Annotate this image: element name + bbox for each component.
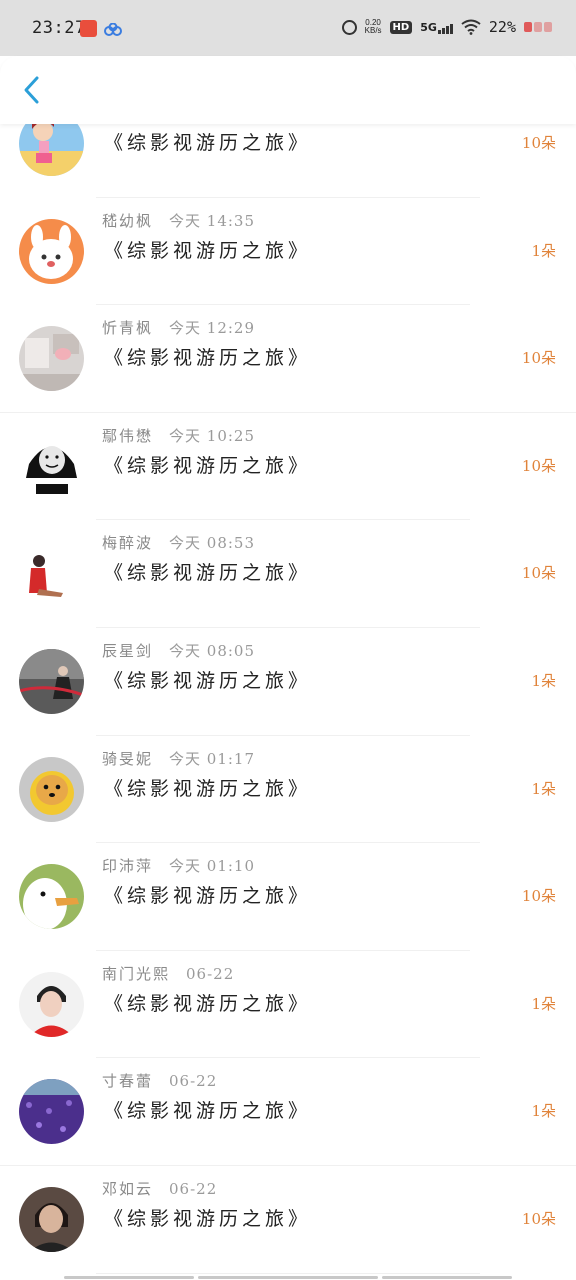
flower-count: 10朵 — [521, 1210, 556, 1228]
room-photo-avatar[interactable] — [19, 326, 84, 392]
flower-count: 1朵 — [531, 994, 556, 1013]
user-name: 辰星剑 — [102, 642, 154, 660]
status-time: 23:27 — [32, 18, 86, 38]
item-meta: 邓如云 06-22 — [102, 1178, 217, 1199]
cellular-signal-icon: 5G — [420, 21, 453, 34]
timestamp: 今天 01:17 — [169, 749, 256, 768]
list-item[interactable]: 寸春蕾 06-22 《综影视游历之旅》 1朵 — [0, 1058, 576, 1166]
sitting-figure-avatar[interactable] — [19, 541, 84, 607]
book-title[interactable]: 《综影视游历之旅》 — [104, 1096, 311, 1123]
book-title[interactable]: 《综影视游历之旅》 — [104, 558, 311, 585]
book-title[interactable]: 《综影视游历之旅》 — [104, 236, 311, 263]
timestamp: 今天 14:35 — [169, 211, 256, 230]
timestamp: 今天 10:25 — [169, 426, 256, 445]
book-title[interactable]: 《综影视游历之旅》 — [104, 451, 311, 478]
timestamp: 06-22 — [186, 964, 235, 983]
book-title[interactable]: 《综影视游历之旅》 — [104, 343, 311, 370]
cloud-app-icon — [104, 23, 122, 36]
list-item[interactable]: 骑旻妮 今天 01:17 《综影视游历之旅》 1朵 — [0, 736, 576, 844]
list-item[interactable]: 印沛萍 今天 01:10 《综影视游历之旅》 10朵 — [0, 843, 576, 951]
user-name: 邓如云 — [102, 1180, 154, 1198]
list-item[interactable]: 鄢伟懋 今天 10:25 《综影视游历之旅》 10朵 — [0, 413, 576, 521]
chevron-left-icon — [24, 76, 39, 104]
item-meta: 忻青枫 今天 12:29 — [102, 317, 255, 338]
timestamp: 今天 12:29 — [169, 319, 256, 338]
item-meta: 南门光熙 06-22 — [102, 963, 234, 984]
bottom-scroll-indicator — [0, 1274, 576, 1280]
book-title[interactable]: 《综影视游历之旅》 — [104, 774, 311, 801]
flower-field-avatar[interactable] — [19, 1079, 84, 1145]
list-item[interactable]: 南门光熙 06-22 《综影视游历之旅》 1朵 — [0, 951, 576, 1059]
meme-face-avatar[interactable] — [19, 433, 84, 499]
book-title[interactable]: 《综影视游历之旅》 — [104, 666, 311, 693]
timestamp: 今天 08:53 — [169, 534, 256, 553]
user-name: 骑旻妮 — [102, 749, 154, 768]
user-name: 嵇幼枫 — [102, 211, 154, 230]
alarm-icon — [341, 19, 357, 35]
flower-count: 10朵 — [521, 456, 556, 475]
gift-record-list: 圣雅丽今天 20:59《综影视游历之旅》10朵嵇幼枫今天 14:35《综影视游历… — [0, 124, 576, 1280]
flower-count: 1朵 — [531, 779, 556, 798]
taobao-app-icon — [80, 20, 97, 37]
list-item[interactable]: 圣雅丽今天 20:59《综影视游历之旅》10朵 — [0, 124, 576, 198]
woman-photo-avatar[interactable] — [19, 1187, 84, 1252]
user-name: 寸春蕾 — [102, 1072, 154, 1091]
list-item[interactable]: 梅醉波 今天 08:53 《综影视游历之旅》 10朵 — [0, 520, 576, 628]
timestamp: 今天 01:10 — [169, 857, 256, 876]
battery-icon — [524, 21, 554, 33]
book-title[interactable]: 《综影视游历之旅》 — [104, 128, 311, 155]
bunny-cartoon-avatar[interactable] — [19, 218, 84, 284]
network-type-label: 5G — [420, 20, 437, 34]
item-meta: 辰星剑 今天 08:05 — [102, 640, 255, 661]
item-meta: 嵇幼枫 今天 14:35 — [102, 210, 255, 231]
timestamp: 06-22 — [169, 1180, 218, 1198]
flower-count: 1朵 — [531, 672, 556, 690]
user-name: 鄢伟懋 — [102, 426, 154, 445]
book-title[interactable]: 《综影视游历之旅》 — [104, 881, 311, 908]
flower-count: 1朵 — [531, 241, 556, 260]
list-item[interactable]: 嵇幼枫 今天 14:35 《综影视游历之旅》 1朵 — [0, 198, 576, 306]
user-name: 南门光熙 — [102, 964, 171, 983]
dancer-photo-avatar[interactable] — [19, 649, 84, 714]
item-meta: 骑旻妮 今天 01:17 — [102, 748, 255, 769]
book-title[interactable]: 《综影视游历之旅》 — [104, 1204, 311, 1231]
duck-cartoon-avatar[interactable] — [19, 864, 84, 930]
user-name: 忻青枫 — [102, 319, 154, 338]
book-title[interactable]: 《综影视游历之旅》 — [104, 989, 311, 1016]
user-name: 印沛萍 — [102, 857, 154, 876]
timestamp: 06-22 — [169, 1072, 218, 1091]
flower-count: 10朵 — [521, 887, 556, 906]
wifi-icon — [461, 19, 481, 35]
network-speed: 0.20 KB/s — [365, 19, 382, 35]
list-item[interactable]: 邓如云 06-22 《综影视游历之旅》 10朵 — [0, 1166, 576, 1274]
timestamp: 今天 08:05 — [169, 642, 256, 660]
flower-count: 1朵 — [531, 1102, 556, 1121]
user-name: 梅醉波 — [102, 534, 154, 553]
item-meta: 印沛萍 今天 01:10 — [102, 855, 255, 876]
battery-level: 22% — [488, 18, 516, 36]
back-button[interactable] — [14, 72, 50, 108]
flower-count: 10朵 — [521, 134, 556, 152]
list-item[interactable]: 辰星剑 今天 08:05 《综影视游历之旅》 1朵 — [0, 628, 576, 736]
flower-count: 10朵 — [521, 564, 556, 583]
flower-count: 10朵 — [521, 349, 556, 368]
item-meta: 梅醉波 今天 08:53 — [102, 532, 255, 553]
item-meta: 鄢伟懋 今天 10:25 — [102, 425, 255, 446]
hd-badge: HD — [389, 20, 413, 34]
app-header — [0, 56, 576, 124]
dog-photo-avatar[interactable] — [19, 756, 84, 822]
network-speed-unit: KB/s — [364, 26, 382, 35]
status-bar: 23:27 0.20 KB/s HD 5G 22% — [0, 0, 576, 56]
person-photo-avatar[interactable] — [19, 971, 84, 1037]
status-icons: 0.20 KB/s HD 5G 22% — [341, 18, 554, 36]
list-item[interactable]: 忻青枫 今天 12:29 《综影视游历之旅》 10朵 — [0, 305, 576, 413]
girl-cartoon-avatar[interactable] — [19, 124, 84, 176]
item-meta: 寸春蕾 06-22 — [102, 1070, 217, 1091]
